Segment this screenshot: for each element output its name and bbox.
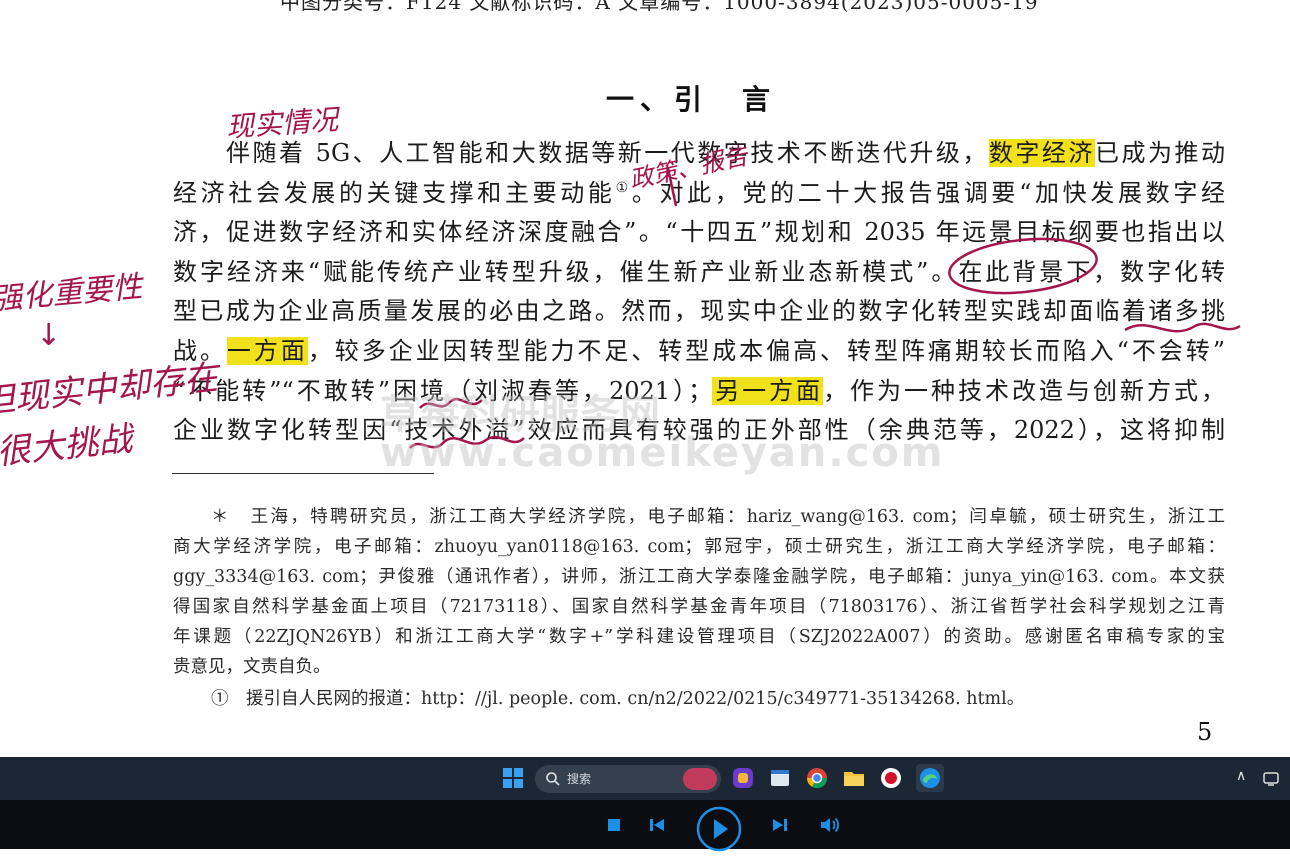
folder-icon[interactable] xyxy=(842,766,866,790)
start-icon[interactable] xyxy=(503,768,523,788)
footnote-line: ＊ 王海，特聘研究员，浙江工商大学经济学院，电子邮箱：hariz_wang@16… xyxy=(211,507,1225,527)
paragraph-line: 经济社会发展的关键支撑和主要动能①。对此，党的二十大报告强调要“加快发展数字经 xyxy=(173,178,1225,207)
search-icon xyxy=(545,771,561,791)
chrome-icon[interactable] xyxy=(805,766,829,790)
taskbar-search[interactable]: 搜索 xyxy=(535,765,721,793)
footnote-line: 贵意见，文责自负。 xyxy=(173,657,331,677)
highlight-on-other-hand: 另一方面 xyxy=(712,376,824,405)
footnote-line: 商大学经济学院，电子邮箱：zhuoyu_yan0118@163. com；郭冠宇… xyxy=(173,537,1225,557)
highlight-digital-economy: 数字经济 xyxy=(988,139,1095,167)
handwritten-note-left-3: 很大挑战 xyxy=(0,418,135,473)
footnote-line: 年课题（22ZJQN26YB）和浙江工商大学“数字+”学科建设管理项目（SZJ2… xyxy=(173,627,1225,647)
paragraph-line: 型已成为企业高质量发展的必由之路。然而，现实中企业的数字化转型实践却面临着诸多挑 xyxy=(173,297,1225,326)
page-number: 5 xyxy=(1197,718,1213,746)
search-placeholder: 搜索 xyxy=(567,772,592,786)
paragraph-line: 战。一方面，较多企业因转型能力不足、转型成本偏高、转型阵痛期较长而陷入“不会转” xyxy=(173,336,1226,365)
footnote-divider xyxy=(172,473,434,474)
paragraph-line: 伴随着 5G、人工智能和大数据等新一代数字技术不断迭代升级，数字经济已成为推动 xyxy=(226,139,1225,167)
video-player-controls xyxy=(0,800,1290,852)
handwritten-note-left-1: 强化重要性 xyxy=(0,269,144,318)
footnote-marker: ① xyxy=(615,179,632,196)
record-icon[interactable] xyxy=(879,766,903,790)
document-page: 中图分类号：F124 文献标识码：A 文章编号：1000-3894(2023)0… xyxy=(0,0,1290,757)
footnotes: ＊ 王海，特聘研究员，浙江工商大学经济学院，电子邮箱：hariz_wang@16… xyxy=(173,502,1225,714)
paragraph-line: “不能转”“不敢转”困境（刘淑春等，2021）；另一方面，作为一种技术改造与创新… xyxy=(173,376,1226,405)
introduction-paragraph: 伴随着 5G、人工智能和大数据等新一代数字技术不断迭代升级，数字经济已成为推动 … xyxy=(173,134,1225,451)
edge-icon[interactable] xyxy=(916,764,944,792)
cutoff-header-line: 中图分类号：F124 文献标识码：A 文章编号：1000-3894(2023)0… xyxy=(280,0,1039,14)
handwritten-arrow: ↓ xyxy=(36,318,62,353)
copilot-icon[interactable] xyxy=(731,766,755,790)
skip-forward-icon[interactable] xyxy=(771,817,789,837)
file-explorer-window-icon[interactable] xyxy=(768,766,792,790)
search-highlight-icon xyxy=(683,768,717,790)
footnote-line: ggy_3334@163. com；尹俊雅（通讯作者），讲师，浙江工商大学泰隆金… xyxy=(173,567,1225,587)
paragraph-line: 企业数字化转型因“技术外溢”效应而具有较强的正外部性（余典范等，2022），这将… xyxy=(173,416,1225,445)
footnote-reference: ① 援引自人民网的报道：http：//jl. people. com. cn/n… xyxy=(211,689,1025,709)
footnote-line: 得国家自然科学基金面上项目（72173118）、国家自然科学基金青年项目（718… xyxy=(173,597,1225,617)
network-icon[interactable] xyxy=(1262,769,1280,787)
volume-icon[interactable] xyxy=(819,815,841,839)
skip-back-icon[interactable] xyxy=(648,817,666,837)
stop-icon[interactable] xyxy=(606,817,622,837)
taskbar: 搜索 ∧ xyxy=(0,757,1290,800)
paragraph-line: 济，促进数字经济和实体经济深度融合”。“十四五”规划和 2035 年远景目标纲要… xyxy=(173,218,1225,247)
chevron-up-icon[interactable]: ∧ xyxy=(1236,768,1246,784)
highlight-on-one-hand: 一方面 xyxy=(226,336,308,365)
paragraph-line: 数字经济来“赋能传统产业转型升级，催生新产业新业态新模式”。在此背景下，数字化转 xyxy=(173,257,1225,286)
section-heading: 一、引 言 xyxy=(606,83,777,116)
